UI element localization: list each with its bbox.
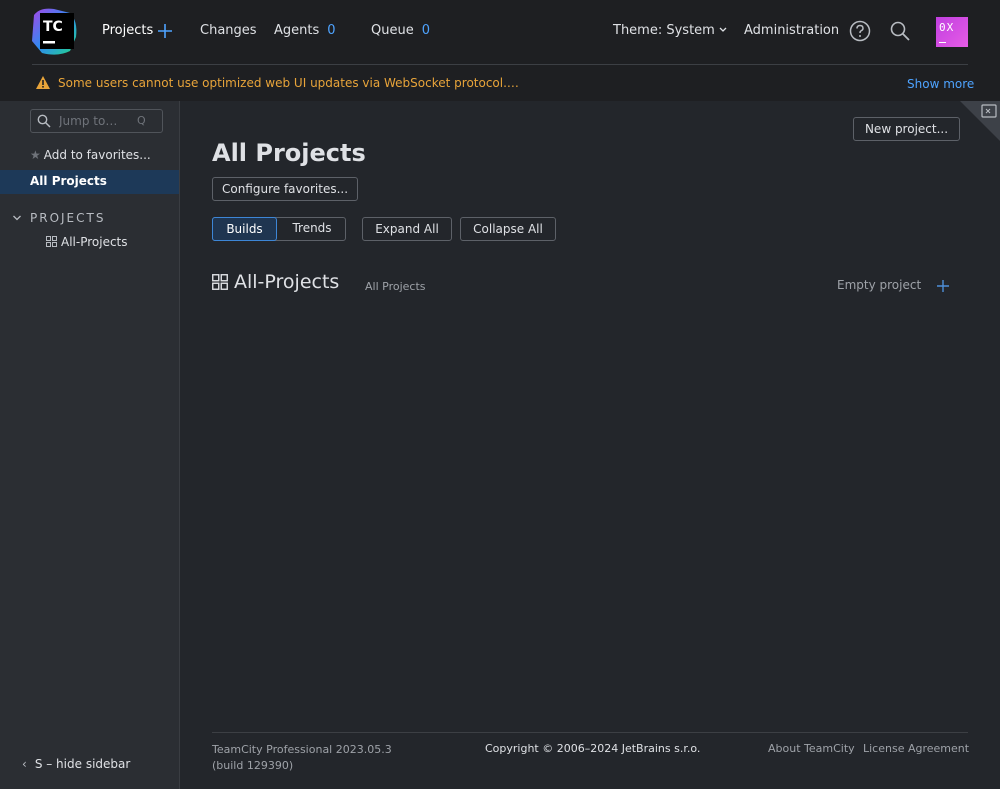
sidebar-item-label: All Projects — [30, 174, 107, 188]
footer-version: TeamCity Professional 2023.05.3 (build 1… — [212, 742, 392, 774]
chevron-down-icon — [719, 27, 727, 32]
sidebar-item-all-projects[interactable]: All Projects — [0, 170, 179, 194]
chevron-down-icon — [12, 211, 24, 225]
footer-divider — [212, 732, 968, 733]
hide-sidebar-button[interactable]: ‹ S – hide sidebar — [22, 757, 130, 771]
tab-trends[interactable]: Trends — [278, 217, 346, 241]
nav-changes[interactable]: Changes — [200, 23, 257, 38]
hide-sidebar-label: S – hide sidebar — [34, 757, 131, 771]
project-status: Empty project — [837, 278, 922, 292]
about-teamcity-link[interactable]: About TeamCity — [768, 742, 855, 755]
project-name: All-Projects — [234, 271, 340, 293]
add-to-favorites-label: Add to favorites... — [43, 148, 151, 162]
project-grid-icon — [212, 274, 228, 290]
warning-icon — [36, 76, 50, 89]
top-header: TC Projects Changes Agents 0 Queue 0 Theme… — [0, 0, 1000, 101]
nav-queue-label: Queue — [371, 23, 414, 38]
svg-text:TC: TC — [43, 19, 63, 35]
version-line: TeamCity Professional 2023.05.3 — [212, 743, 392, 756]
add-project-plus-icon[interactable] — [156, 22, 174, 40]
agents-count: 0 — [327, 23, 336, 38]
nav-queue[interactable]: Queue 0 — [371, 23, 430, 38]
search-icon[interactable] — [889, 20, 911, 42]
theme-label: Theme: System — [613, 23, 715, 38]
tab-builds[interactable]: Builds — [212, 217, 277, 241]
show-more-link[interactable]: Show more — [907, 77, 974, 91]
corner-toggle-icon[interactable] — [960, 101, 1000, 141]
expand-all-button[interactable]: Expand All — [362, 217, 452, 241]
user-avatar[interactable]: 0X — [936, 17, 968, 47]
projects-heading-label: PROJECTS — [30, 211, 106, 225]
projects-section-header[interactable]: PROJECTS — [12, 211, 105, 225]
footer-copyright: Copyright © 2006–2024 JetBrains s.r.o. — [485, 742, 701, 755]
avatar-text: 0X — [939, 21, 955, 34]
build-line: (build 129390) — [212, 759, 294, 772]
websocket-warning-text: Some users cannot use optimized web UI u… — [58, 76, 519, 90]
nav-administration[interactable]: Administration — [744, 23, 839, 38]
nav-agents[interactable]: Agents 0 — [274, 23, 336, 38]
jump-to-input[interactable] — [59, 113, 137, 129]
project-breadcrumb-link[interactable]: All Projects — [365, 280, 426, 293]
teamcity-logo[interactable]: TC — [30, 7, 80, 57]
tree-item-label: All-Projects — [61, 235, 128, 249]
theme-selector[interactable]: Theme: System — [613, 23, 728, 38]
configure-favorites-button[interactable]: Configure favorites... — [212, 177, 358, 201]
nav-agents-label: Agents — [274, 23, 320, 38]
queue-count: 0 — [421, 23, 430, 38]
search-icon — [37, 114, 51, 128]
add-subproject-plus-icon[interactable] — [935, 278, 951, 294]
jump-shortcut-hint: Q — [137, 114, 146, 127]
jump-to-search[interactable]: Q — [30, 109, 163, 133]
new-project-button[interactable]: New project... — [853, 117, 960, 141]
chevron-left-icon: ‹ — [22, 757, 27, 771]
avatar-underscore — [939, 42, 946, 43]
star-icon: ★ — [30, 148, 41, 162]
sidebar: Q ★Add to favorites... All Projects PROJ… — [0, 101, 180, 789]
sidebar-project-all-projects[interactable]: All-Projects — [46, 235, 128, 249]
project-grid-icon — [46, 236, 57, 247]
nav-projects[interactable]: Projects — [102, 23, 153, 38]
license-agreement-link[interactable]: License Agreement — [863, 742, 969, 755]
view-toggle: Builds Trends — [212, 217, 346, 241]
add-to-favorites[interactable]: ★ Add to favorites... — [30, 148, 151, 162]
page-title: All Projects — [212, 139, 366, 167]
project-row-title[interactable]: All-Projects — [212, 271, 339, 293]
collapse-all-button[interactable]: Collapse All — [460, 217, 556, 241]
help-icon[interactable] — [849, 20, 871, 42]
header-divider — [32, 64, 968, 65]
